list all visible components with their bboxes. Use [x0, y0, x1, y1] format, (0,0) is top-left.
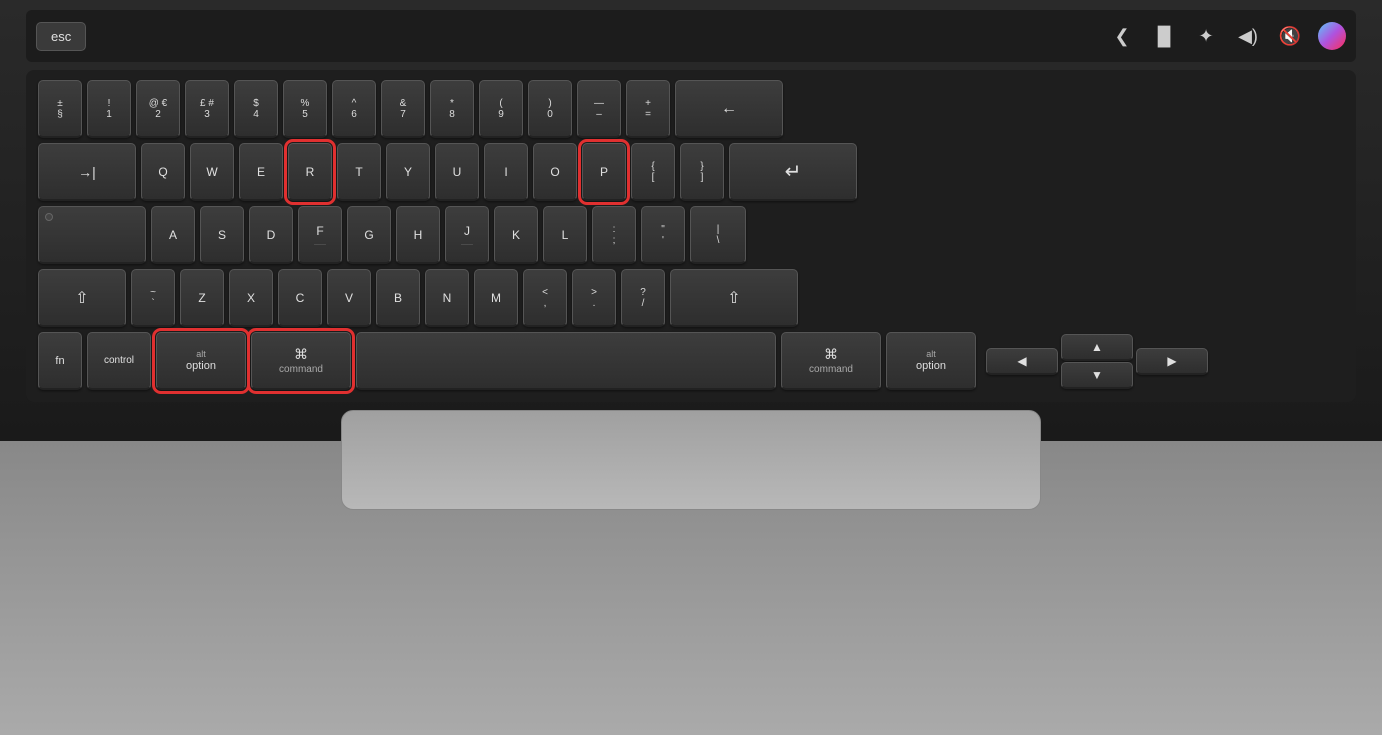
key-P[interactable]: P: [582, 143, 626, 201]
key-C[interactable]: C: [278, 269, 322, 327]
arrow-cluster: ◀ ▲ ▼ ▶: [986, 334, 1208, 389]
key-X[interactable]: X: [229, 269, 273, 327]
key-5[interactable]: % 5: [283, 80, 327, 138]
key-arrow-up[interactable]: ▲: [1061, 334, 1133, 361]
key-M[interactable]: M: [474, 269, 518, 327]
key-slash[interactable]: ? /: [621, 269, 665, 327]
key-0[interactable]: ) 0: [528, 80, 572, 138]
key-6[interactable]: ^ 6: [332, 80, 376, 138]
key-command-left[interactable]: ⌘ command: [251, 332, 351, 390]
zxcv-row: ⇧ ~ ` Z X C V B N M < , > . ? /: [38, 269, 1344, 327]
key-open-bracket[interactable]: { [: [631, 143, 675, 201]
key-backspace[interactable]: ←: [675, 80, 783, 138]
key-S[interactable]: S: [200, 206, 244, 264]
qwerty-row: →| Q W E R T Y U I O P { [ } ] ↵: [38, 143, 1344, 201]
key-B[interactable]: B: [376, 269, 420, 327]
brightness-icon[interactable]: ✦: [1192, 22, 1220, 50]
key-E[interactable]: E: [239, 143, 283, 201]
trackpad-area: [26, 410, 1356, 510]
key-D[interactable]: D: [249, 206, 293, 264]
bottom-row: fn control alt option ⌘ command ⌘ comman…: [38, 332, 1344, 390]
key-8[interactable]: * 8: [430, 80, 474, 138]
key-arrow-left[interactable]: ◀: [986, 348, 1058, 375]
key-backslash[interactable]: | \: [690, 206, 746, 264]
key-space[interactable]: [356, 332, 776, 390]
key-4[interactable]: $ 4: [234, 80, 278, 138]
key-R[interactable]: R: [288, 143, 332, 201]
key-tab[interactable]: →|: [38, 143, 136, 201]
keyboard-area: ± § ! 1 @ € 2 £ # 3 $ 4 % 5: [26, 70, 1356, 402]
key-shift-right[interactable]: ⇧: [670, 269, 798, 327]
key-shift-left[interactable]: ⇧: [38, 269, 126, 327]
key-section[interactable]: ± §: [38, 80, 82, 138]
key-J[interactable]: J ___: [445, 206, 489, 264]
key-Y[interactable]: Y: [386, 143, 430, 201]
waveform-icon[interactable]: ▐▌: [1150, 22, 1178, 50]
key-2[interactable]: @ € 2: [136, 80, 180, 138]
key-close-bracket[interactable]: } ]: [680, 143, 724, 201]
key-option-right[interactable]: alt option: [886, 332, 976, 390]
key-V[interactable]: V: [327, 269, 371, 327]
key-arrow-down[interactable]: ▼: [1061, 362, 1133, 389]
key-H[interactable]: H: [396, 206, 440, 264]
key-I[interactable]: I: [484, 143, 528, 201]
volume-icon[interactable]: ◀): [1234, 22, 1262, 50]
key-equals[interactable]: + =: [626, 80, 670, 138]
chevron-left-icon: ❮: [1108, 22, 1136, 50]
key-control[interactable]: control: [87, 332, 151, 390]
key-9[interactable]: ( 9: [479, 80, 523, 138]
key-A[interactable]: A: [151, 206, 195, 264]
key-Z[interactable]: Z: [180, 269, 224, 327]
arrow-row-top: ◀ ▲ ▼ ▶: [986, 334, 1208, 389]
touch-bar-right: ❮ ▐▌ ✦ ◀) 🔇: [1108, 22, 1346, 50]
key-quote[interactable]: " ': [641, 206, 685, 264]
trackpad[interactable]: [341, 410, 1041, 510]
key-Q[interactable]: Q: [141, 143, 185, 201]
key-L[interactable]: L: [543, 206, 587, 264]
key-W[interactable]: W: [190, 143, 234, 201]
number-row: ± § ! 1 @ € 2 £ # 3 $ 4 % 5: [38, 80, 1344, 138]
key-3[interactable]: £ # 3: [185, 80, 229, 138]
key-fn[interactable]: fn: [38, 332, 82, 390]
key-semicolon[interactable]: : ;: [592, 206, 636, 264]
key-command-right[interactable]: ⌘ command: [781, 332, 881, 390]
key-option-left[interactable]: alt option: [156, 332, 246, 390]
key-N[interactable]: N: [425, 269, 469, 327]
esc-key[interactable]: esc: [36, 22, 86, 51]
key-tilde[interactable]: ~ `: [131, 269, 175, 327]
key-arrow-right[interactable]: ▶: [1136, 348, 1208, 375]
key-F[interactable]: F ___: [298, 206, 342, 264]
siri-icon[interactable]: [1318, 22, 1346, 50]
key-comma[interactable]: < ,: [523, 269, 567, 327]
key-enter[interactable]: ↵: [729, 143, 857, 201]
key-caps-lock[interactable]: [38, 206, 146, 264]
key-G[interactable]: G: [347, 206, 391, 264]
key-O[interactable]: O: [533, 143, 577, 201]
caps-indicator: [45, 213, 53, 221]
asdf-row: A S D F ___ G H J ___ K L : ; " ': [38, 206, 1344, 264]
mute-icon[interactable]: 🔇: [1276, 22, 1304, 50]
key-T[interactable]: T: [337, 143, 381, 201]
touch-bar: esc ❮ ▐▌ ✦ ◀) 🔇: [26, 10, 1356, 62]
key-K[interactable]: K: [494, 206, 538, 264]
key-7[interactable]: & 7: [381, 80, 425, 138]
key-minus[interactable]: — –: [577, 80, 621, 138]
key-1[interactable]: ! 1: [87, 80, 131, 138]
keyboard-body: esc ❮ ▐▌ ✦ ◀) 🔇 ± § ! 1 @ € 2: [0, 0, 1382, 735]
key-period[interactable]: > .: [572, 269, 616, 327]
touch-bar-left: esc: [36, 22, 86, 51]
key-U[interactable]: U: [435, 143, 479, 201]
